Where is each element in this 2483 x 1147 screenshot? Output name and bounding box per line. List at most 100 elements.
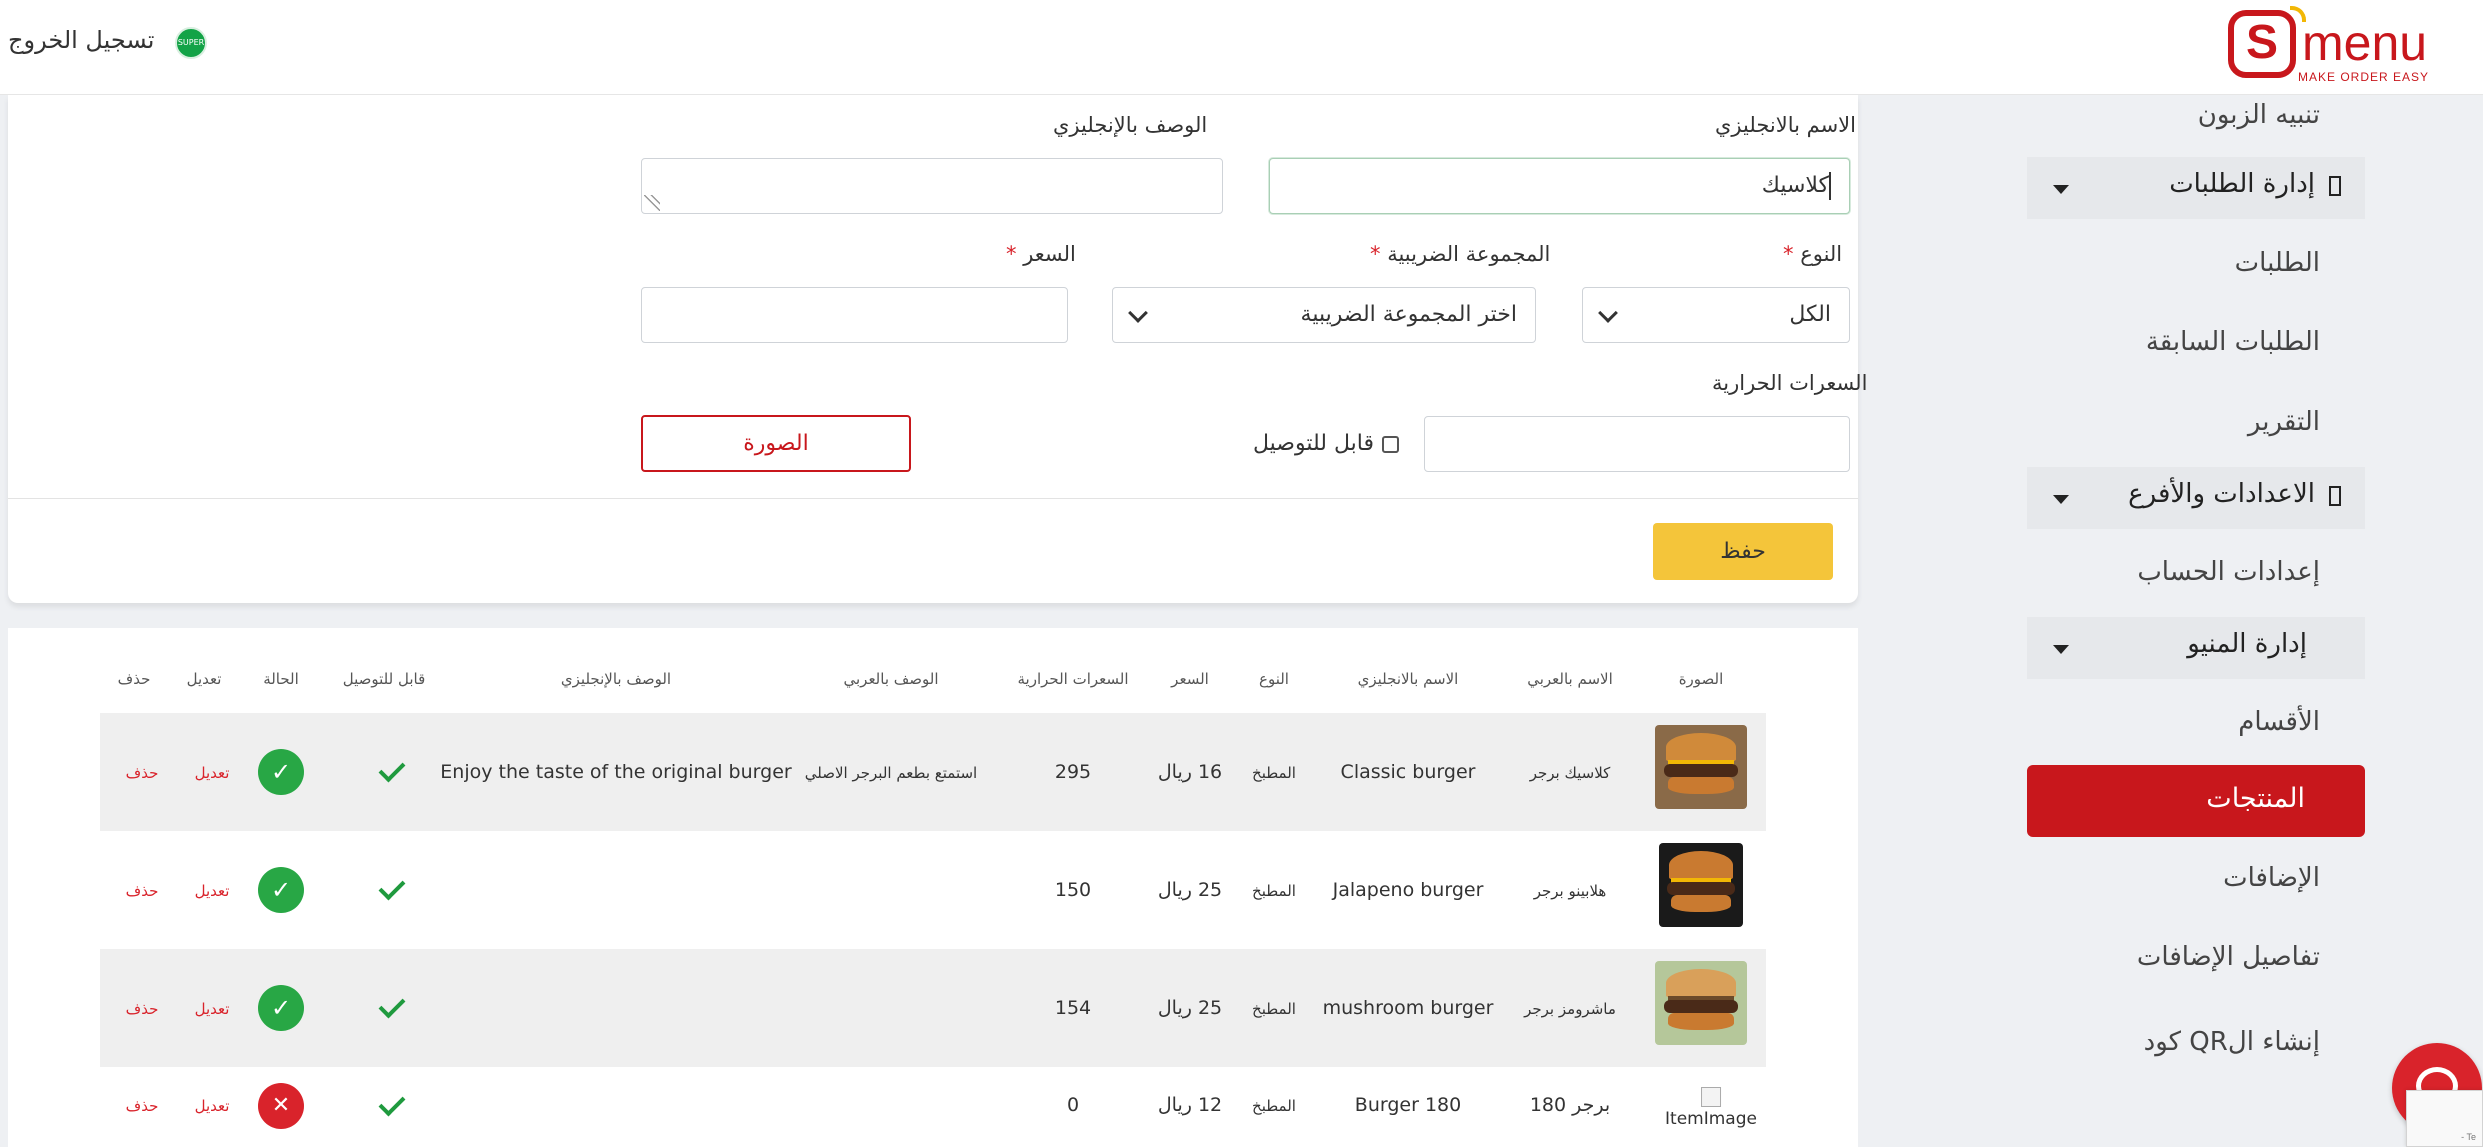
status-inactive-close-icon[interactable]: ✕ bbox=[258, 1083, 304, 1129]
logo-word: menu bbox=[2302, 15, 2428, 71]
cell-price: 25 ريال bbox=[1157, 997, 1223, 1019]
cell-name-en: Jalapeno burger bbox=[1332, 879, 1484, 901]
edit-link[interactable]: تعديل bbox=[195, 882, 230, 900]
sidebar-section-menu[interactable]: إدارة المنيو bbox=[2027, 617, 2365, 679]
edit-link[interactable]: تعديل bbox=[195, 1097, 230, 1115]
col-header-name-ar: الاسم بالعربي bbox=[1527, 670, 1613, 688]
edit-link[interactable]: تعديل bbox=[195, 764, 230, 782]
sidebar-item-previous-orders[interactable]: الطلبات السابقة bbox=[2146, 327, 2320, 357]
caret-down-icon bbox=[2053, 645, 2069, 654]
status-active-icon[interactable]: ✓ bbox=[258, 867, 304, 913]
delete-link[interactable]: حذف bbox=[126, 1000, 159, 1018]
sidebar-section-orders[interactable]: إدارة الطلبات bbox=[2027, 157, 2365, 219]
cell-type: المطبخ bbox=[1252, 764, 1296, 782]
status-active-icon[interactable]: ✓ bbox=[258, 985, 304, 1031]
sidebar-item-customer-alert[interactable]: تنبيه الزبون bbox=[2198, 100, 2320, 130]
cell-price: 12 ريال bbox=[1157, 1094, 1223, 1116]
broken-image: ItemImage bbox=[1665, 1087, 1757, 1129]
cell-name-ar: كلاسيك برجر bbox=[1529, 764, 1611, 782]
logo-tagline: MAKE ORDER EASY bbox=[2298, 70, 2430, 84]
cell-name-ar: ماشرومز برجر bbox=[1524, 1000, 1616, 1018]
cell-calories: 295 bbox=[1054, 761, 1092, 783]
col-header-image: الصورة bbox=[1678, 670, 1724, 688]
image-upload-button[interactable]: الصورة bbox=[641, 415, 911, 472]
delete-link[interactable]: حذف bbox=[126, 882, 159, 900]
required-mark: * bbox=[1783, 242, 1794, 266]
required-mark: * bbox=[1006, 242, 1017, 266]
top-header: تسجيل الخروج SUPER S menu MAKE ORDER EAS… bbox=[0, 0, 2483, 95]
resize-handle-icon[interactable] bbox=[644, 195, 660, 211]
caret-down-icon bbox=[2053, 495, 2069, 504]
sidebar-item-report[interactable]: التقرير bbox=[2248, 407, 2320, 437]
col-header-delete: حذف bbox=[117, 670, 151, 688]
cell-name-en: Classic burger bbox=[1340, 761, 1476, 783]
table-row: كلاسيك برجر Classic burger المطبخ 16 ريا… bbox=[100, 713, 1766, 831]
logo-letter: S bbox=[2228, 10, 2296, 78]
type-label: النوع * bbox=[1783, 242, 1842, 266]
tax-group-select[interactable]: اختر المجموعة الضريبية bbox=[1112, 287, 1536, 343]
sidebar-section-label: الاعدادات والأفرع bbox=[2128, 479, 2315, 509]
cell-price: 16 ريال bbox=[1157, 761, 1223, 783]
tax-label-text: المجموعة الضريبية bbox=[1387, 242, 1551, 266]
flag-text: SUPER bbox=[177, 38, 205, 47]
chevron-down-icon bbox=[1128, 303, 1148, 323]
name-en-value: كلاسيك bbox=[1761, 173, 1829, 198]
type-label-text: النوع bbox=[1800, 242, 1843, 266]
sidebar-item-qr-code[interactable]: إنشاء الQR كود bbox=[2144, 1027, 2320, 1057]
table-row: هلابينو برجر Jalapeno burger المطبخ 25 ر… bbox=[100, 831, 1766, 949]
checkmark-icon bbox=[378, 873, 406, 901]
logout-link[interactable]: تسجيل الخروج bbox=[8, 26, 154, 54]
save-button[interactable]: حفظ bbox=[1653, 523, 1833, 580]
col-header-name-en: الاسم بالانجليزي bbox=[1357, 670, 1459, 688]
deliverable-checkbox-group[interactable]: قابل للتوصيل bbox=[1253, 431, 1399, 456]
price-input[interactable] bbox=[641, 287, 1068, 343]
checkmark-icon bbox=[378, 755, 406, 783]
cell-calories: 154 bbox=[1054, 997, 1092, 1019]
type-select-value: الكل bbox=[1789, 302, 1831, 327]
app-logo[interactable]: S menu MAKE ORDER EASY bbox=[2228, 6, 2430, 86]
delete-link[interactable]: حذف bbox=[126, 1097, 159, 1115]
recaptcha-badge[interactable]: - Te bbox=[2406, 1090, 2483, 1147]
sidebar-item-account-settings[interactable]: إعدادات الحساب bbox=[2137, 557, 2320, 587]
sidebar-item-addon-details[interactable]: تفاصيل الإضافات bbox=[2137, 942, 2320, 972]
cell-calories: 150 bbox=[1054, 879, 1092, 901]
price-label: السعر * bbox=[1006, 242, 1076, 266]
sidebar-section-settings[interactable]: الاعدادات والأفرع bbox=[2027, 467, 2365, 529]
broken-image-icon bbox=[1700, 1087, 1721, 1107]
cell-desc-en: Enjoy the taste of the original burger bbox=[440, 761, 792, 783]
sidebar-item-categories[interactable]: الأقسام bbox=[2238, 707, 2320, 737]
sidebar-item-products[interactable]: المنتجات bbox=[2027, 765, 2365, 837]
cell-type: المطبخ bbox=[1252, 1097, 1296, 1115]
price-label-text: السعر bbox=[1023, 242, 1076, 266]
sidebar-item-label: المنتجات bbox=[2206, 783, 2305, 814]
sidebar-section-label: إدارة الطلبات bbox=[2169, 169, 2315, 199]
deliverable-label: قابل للتوصيل bbox=[1253, 431, 1374, 456]
col-header-desc-ar: الوصف بالعربي bbox=[843, 670, 939, 688]
form-divider bbox=[8, 498, 1858, 499]
col-header-calories: السعرات الحرارية bbox=[1017, 670, 1129, 688]
saudi-flag-icon[interactable]: SUPER bbox=[175, 27, 207, 59]
cell-price: 25 ريال bbox=[1157, 879, 1223, 901]
products-table: الصورة الاسم بالعربي الاسم بالانجليزي ال… bbox=[8, 628, 1858, 1147]
calories-input[interactable] bbox=[1424, 416, 1850, 472]
type-select[interactable]: الكل bbox=[1582, 287, 1850, 343]
recaptcha-text: - Te bbox=[2461, 1132, 2476, 1142]
col-header-type: النوع bbox=[1259, 670, 1289, 688]
square-icon bbox=[2329, 176, 2341, 196]
name-en-input[interactable]: كلاسيك bbox=[1269, 158, 1850, 214]
sidebar-item-addons[interactable]: الإضافات bbox=[2223, 863, 2320, 893]
edit-link[interactable]: تعديل bbox=[195, 1000, 230, 1018]
cell-name-en: Burger 180 bbox=[1354, 1094, 1462, 1116]
cell-desc-ar: استمتع بطعم البرجر الاصلي bbox=[804, 764, 978, 782]
status-active-icon[interactable]: ✓ bbox=[258, 749, 304, 795]
deliverable-checkbox[interactable] bbox=[1381, 435, 1399, 453]
checkmark-icon bbox=[378, 1089, 406, 1117]
desc-en-textarea[interactable] bbox=[641, 158, 1223, 214]
col-header-desc-en: الوصف بالإنجليزي bbox=[560, 670, 672, 688]
table-row: ماشرومز برجر mushroom burger المطبخ 25 ر… bbox=[100, 949, 1766, 1067]
product-form: الاسم بالانجليزي الوصف بالإنجليزي كلاسيك… bbox=[8, 95, 1867, 603]
delete-link[interactable]: حذف bbox=[126, 764, 159, 782]
col-header-status: الحالة bbox=[263, 670, 299, 688]
chevron-down-icon bbox=[1598, 303, 1618, 323]
sidebar-item-orders[interactable]: الطلبات bbox=[2235, 248, 2320, 278]
